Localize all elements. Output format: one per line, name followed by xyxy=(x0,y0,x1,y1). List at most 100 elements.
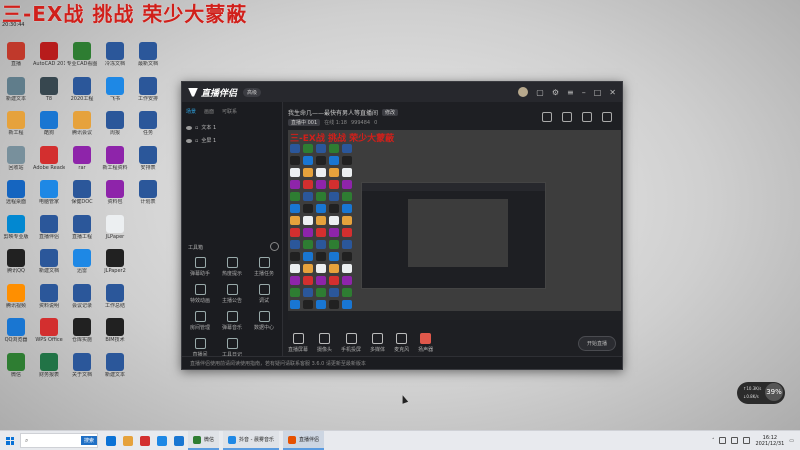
lock-icon[interactable]: ▫ xyxy=(195,125,198,131)
desktop-icon[interactable]: Adobe Reader XI xyxy=(33,144,65,179)
desktop-icon[interactable]: 财务报表 xyxy=(33,351,65,386)
start-button[interactable] xyxy=(0,436,20,445)
desktop-icon[interactable]: 直播 xyxy=(0,40,32,75)
desktop-icon[interactable]: 冷冻文档 xyxy=(99,40,131,75)
control-4[interactable]: 麦克风 xyxy=(394,333,409,353)
desktop-icon[interactable]: 计划表 xyxy=(132,178,164,213)
edit-button[interactable]: 修改 xyxy=(382,109,399,116)
tool-item[interactable]: 房间管理 xyxy=(184,311,216,338)
eye-icon[interactable] xyxy=(186,125,192,130)
desktop-icon[interactable]: 工作安排 xyxy=(132,75,164,110)
desktop-icon[interactable]: 仓库实施 xyxy=(66,316,98,351)
desktop-icon[interactable]: 新工程 xyxy=(0,109,32,144)
avatar[interactable] xyxy=(518,87,529,97)
message-icon[interactable]: ▢ xyxy=(536,88,544,97)
search-box[interactable]: ⌕ 搜索 xyxy=(20,433,98,448)
scene-item[interactable]: ▫ 文本 1 xyxy=(182,121,282,134)
control-0[interactable]: 直播屏幕 xyxy=(288,333,308,353)
desktop-icon[interactable]: AutoCAD 2018 xyxy=(33,40,65,75)
window-titlebar[interactable]: 直播伴侣 高级 ▢ ⚙ ≡ – □ ✕ xyxy=(182,82,622,102)
desktop-icon[interactable]: 微信 xyxy=(0,351,32,386)
desktop-icon[interactable]: 剪映专业版 xyxy=(0,213,32,248)
control-5[interactable]: 扬声器 xyxy=(418,333,433,353)
taskbar-app[interactable]: 微信 xyxy=(188,431,220,450)
desktop-icon[interactable]: T8 xyxy=(33,75,65,110)
share-icon[interactable] xyxy=(562,112,572,122)
chevron-up-icon[interactable]: ˄ xyxy=(712,438,715,444)
desktop-icon[interactable]: 新工程资料 xyxy=(99,144,131,179)
ime-icon[interactable] xyxy=(743,437,751,444)
desktop-icon[interactable]: 会议记录 xyxy=(66,282,98,317)
desktop-icon[interactable]: JLPaper2 xyxy=(99,247,131,282)
desktop-icon[interactable]: 新建文本 xyxy=(0,75,32,110)
desktop-icon[interactable]: 电脑管家 xyxy=(33,178,65,213)
tool-item[interactable]: 热度提示 xyxy=(216,257,248,284)
tool-item[interactable]: 主播公告 xyxy=(216,284,248,311)
volume-icon[interactable] xyxy=(731,437,739,444)
minimize-icon[interactable]: – xyxy=(582,88,586,97)
desktop-icon[interactable]: 腾讯会议 xyxy=(66,109,98,144)
tool-item[interactable]: 特效动画 xyxy=(184,284,216,311)
stream-preview[interactable]: 三-EX战 挑战 荣少大蒙蔽 xyxy=(288,130,621,320)
desktop-icon[interactable]: 最新文档 xyxy=(132,40,164,75)
desktop-icon[interactable]: 腾讯视频 xyxy=(0,282,32,317)
tool-item[interactable]: 主播任务 xyxy=(248,257,280,284)
tab-contact[interactable]: 可联系 xyxy=(222,108,237,115)
settings-icon[interactable]: ⚙ xyxy=(552,88,559,97)
gift-icon[interactable] xyxy=(542,112,552,122)
desktop-icon[interactable]: 新建文本 xyxy=(99,351,131,386)
search-button[interactable]: 搜索 xyxy=(80,436,97,445)
desktop-icon[interactable]: 远程桌面 xyxy=(0,178,32,213)
lock-icon[interactable]: ▫ xyxy=(195,138,198,144)
desktop-icon[interactable]: 酷狗 xyxy=(33,109,65,144)
start-live-button[interactable]: 开始直播 xyxy=(577,335,616,351)
desktop-icon[interactable]: 新建文档 xyxy=(33,247,65,282)
desktop-icon[interactable]: 2020工程 xyxy=(66,75,98,110)
tool-item[interactable]: 调试 xyxy=(248,284,280,311)
maximize-icon[interactable]: □ xyxy=(594,88,602,97)
clock[interactable]: 16:12 2021/12/31 xyxy=(755,435,784,447)
tool-item[interactable]: 弹幕音乐 xyxy=(216,311,248,338)
menu-icon[interactable]: ≡ xyxy=(567,88,574,97)
desktop-icon[interactable]: 任务 xyxy=(132,109,164,144)
taskbar-app[interactable]: 直播伴侣 xyxy=(283,431,325,450)
desktop-icon[interactable]: 资料说明 xyxy=(33,282,65,317)
eye-icon[interactable] xyxy=(186,138,192,143)
tab-screen[interactable]: 画面 xyxy=(204,108,214,115)
record-icon[interactable] xyxy=(582,112,592,122)
desktop-icon[interactable]: 直播工程 xyxy=(66,213,98,248)
desktop-icon[interactable]: 直播伴侣 xyxy=(33,213,65,248)
control-1[interactable]: 摄像头 xyxy=(317,333,332,353)
stream-app-window[interactable]: 直播伴侣 高级 ▢ ⚙ ≡ – □ ✕ 场景 画面 可联系 ▫ 文本 1 ▫ 全… xyxy=(181,81,623,370)
desktop-icon[interactable]: 专业CAD看图 xyxy=(66,40,98,75)
close-icon[interactable]: ✕ xyxy=(609,88,616,97)
desktop-icon[interactable]: QQ浏览器 xyxy=(0,316,32,351)
desktop-icon[interactable]: 迅雷 xyxy=(66,247,98,282)
tool-item[interactable]: 数据中心 xyxy=(248,311,280,338)
network-icon[interactable] xyxy=(719,437,727,444)
desktop-icon[interactable]: 周报 xyxy=(99,109,131,144)
desktop-icon[interactable]: 保健DOC xyxy=(66,178,98,213)
desktop-icon[interactable]: WPS Office xyxy=(33,316,65,351)
desktop-icon[interactable]: rar xyxy=(66,144,98,179)
desktop-icon[interactable]: 资料包 xyxy=(99,178,131,213)
app-icon[interactable] xyxy=(140,435,150,446)
tab-scene[interactable]: 场景 xyxy=(186,108,196,115)
desktop-icon[interactable]: 腾讯QQ xyxy=(0,247,32,282)
control-3[interactable]: 多媒体 xyxy=(370,333,385,353)
folder-icon[interactable] xyxy=(123,435,133,446)
notification-icon[interactable]: ▭ xyxy=(789,438,794,444)
help-icon[interactable] xyxy=(270,242,279,251)
browser-icon[interactable] xyxy=(157,435,167,446)
desktop-icon[interactable]: 工作总结 xyxy=(99,282,131,317)
control-2[interactable]: 手机投屏 xyxy=(341,333,361,353)
edge-icon[interactable] xyxy=(106,435,116,446)
desktop-icon[interactable]: 关于文档 xyxy=(66,351,98,386)
desktop-icon[interactable]: 飞书 xyxy=(99,75,131,110)
tool-item[interactable]: 弹幕助手 xyxy=(184,257,216,284)
desktop-icon[interactable]: 安排表 xyxy=(132,144,164,179)
feishu-icon[interactable] xyxy=(174,435,184,446)
desktop-icon[interactable]: JLPaper xyxy=(99,213,131,248)
taskbar-app[interactable]: 抖音 - 晨雾音乐 xyxy=(223,431,279,450)
network-widget[interactable]: ↑10.3K/s ↓0.8K/s 39% xyxy=(737,382,785,404)
